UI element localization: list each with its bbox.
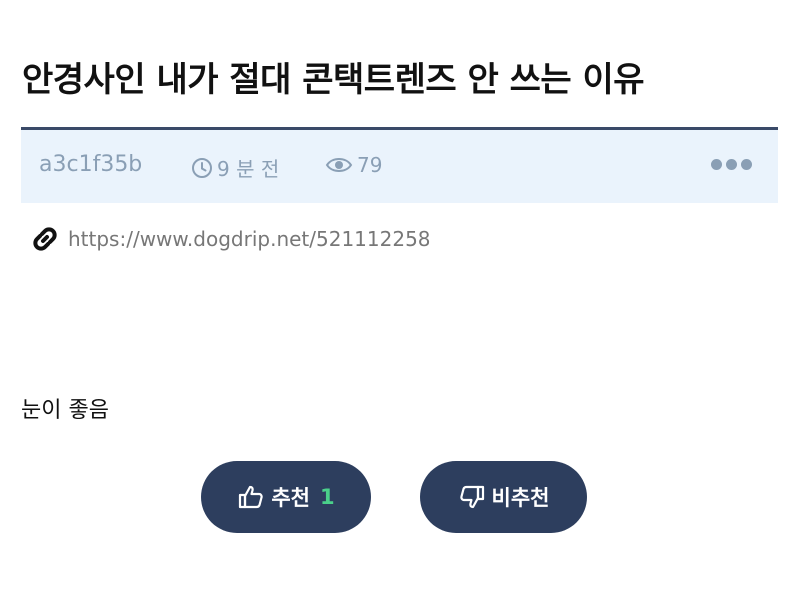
post-body: 눈이 좋음 (21, 398, 109, 423)
author-name[interactable]: a3c1f35b (39, 152, 142, 177)
downvote-button[interactable]: 비추천 (420, 461, 587, 533)
clock-icon (192, 157, 212, 178)
upvote-button[interactable]: 추천 1 (201, 461, 371, 533)
post-meta-bar: a3c1f35b 9 분 전 79 (21, 130, 778, 203)
post-time: 9 분 전 (191, 153, 279, 182)
thumbs-down-icon (459, 485, 484, 509)
post-title: 안경사인 내가 절대 콘택트렌즈 안 쓰는 이유 (22, 60, 645, 100)
upvote-count: 1 (320, 485, 335, 509)
post-time-text: 9 분 전 (217, 157, 280, 181)
upvote-label: 추천 (271, 486, 310, 510)
downvote-label: 비추천 (491, 486, 550, 510)
post-page: 안경사인 내가 절대 콘택트렌즈 안 쓰는 이유 a3c1f35b 9 분 전 … (0, 0, 798, 591)
link-icon (33, 227, 57, 251)
thumbs-up-icon (239, 485, 264, 509)
post-link-text[interactable]: https://www.dogdrip.net/521112258 (68, 227, 431, 251)
post-link[interactable]: https://www.dogdrip.net/521112258 (30, 224, 431, 254)
view-count-text: 79 (357, 153, 383, 177)
view-count: 79 (325, 153, 382, 177)
eye-icon (325, 158, 353, 172)
more-dots-icon[interactable] (711, 159, 752, 170)
